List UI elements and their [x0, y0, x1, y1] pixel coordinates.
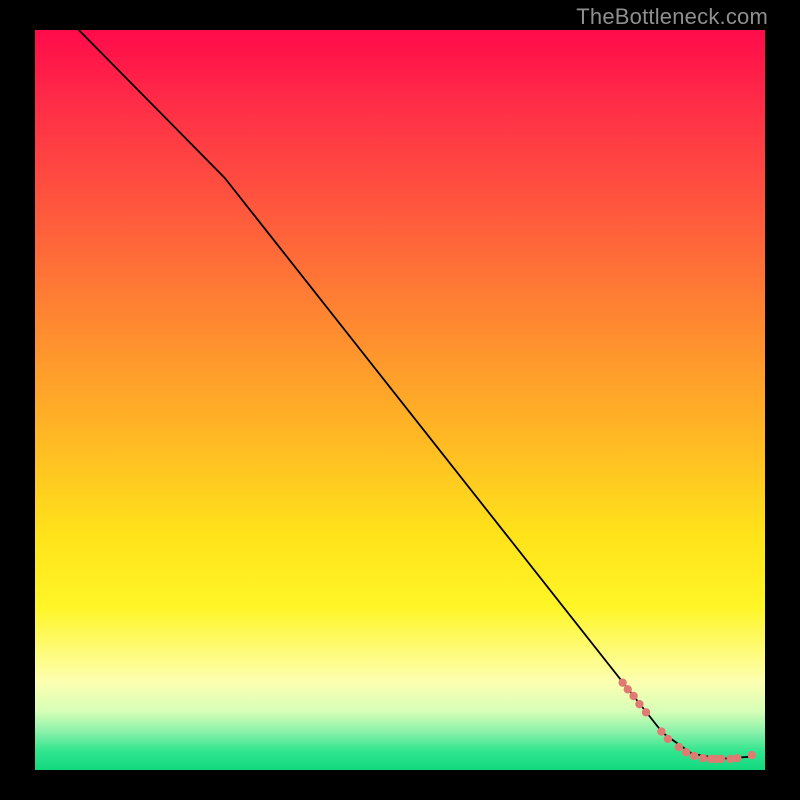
chart-overlay — [35, 30, 765, 770]
data-point — [748, 751, 756, 759]
data-point — [624, 685, 632, 693]
chart-frame: TheBottleneck.com — [0, 0, 800, 800]
watermark-label: TheBottleneck.com — [576, 4, 768, 30]
data-point — [717, 755, 725, 763]
data-point — [618, 678, 626, 686]
data-point-group — [618, 678, 756, 763]
data-point — [699, 754, 707, 762]
data-point — [690, 752, 698, 760]
data-point — [664, 735, 672, 743]
data-point — [635, 700, 643, 708]
data-point — [675, 743, 683, 751]
data-point — [629, 692, 637, 700]
data-point — [682, 748, 690, 756]
data-point — [733, 754, 741, 762]
bottleneck-curve-line — [79, 30, 751, 759]
data-point — [642, 708, 650, 716]
plot-area — [35, 30, 765, 770]
data-point — [657, 727, 665, 735]
